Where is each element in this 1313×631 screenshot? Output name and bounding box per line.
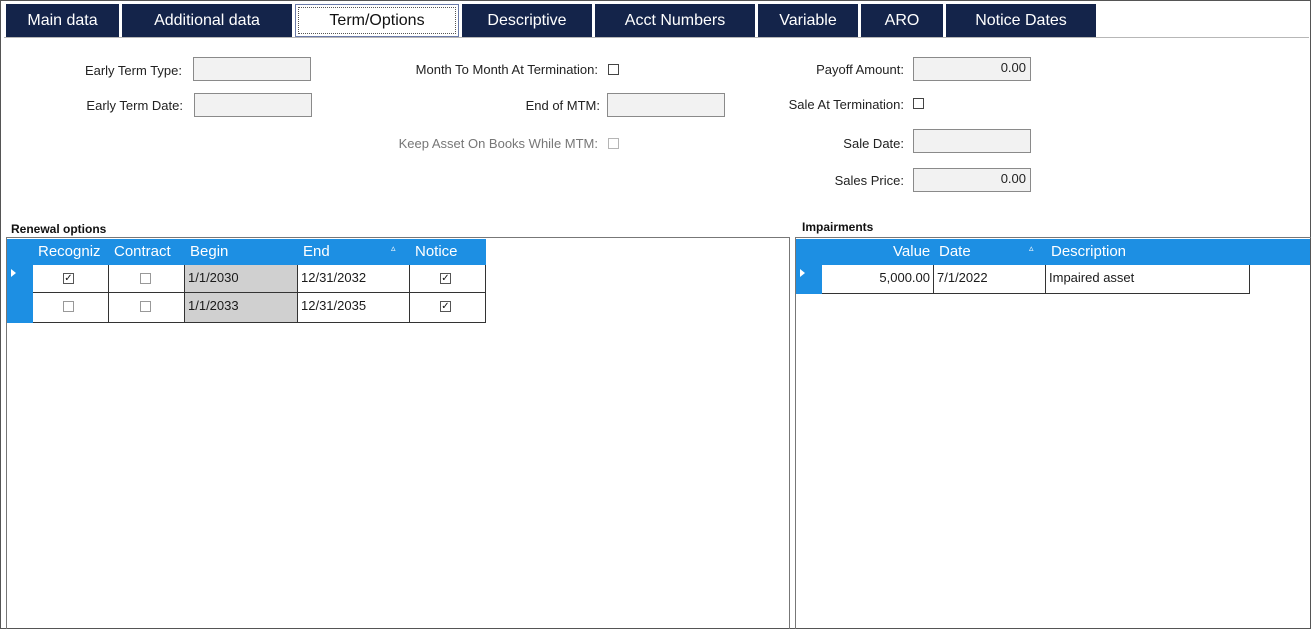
current-row-arrow-icon (800, 269, 805, 277)
end-of-mtm-label: End of MTM: (525, 98, 600, 113)
recogniz-checkbox[interactable] (63, 301, 74, 312)
tab-notice-dates[interactable]: Notice Dates (946, 4, 1096, 37)
impairments-title: Impairments (802, 220, 874, 234)
notice-cell[interactable]: ✓ (410, 265, 486, 293)
recogniz-checkbox[interactable]: ✓ (63, 273, 74, 284)
sales-price-field[interactable]: 0.00 (913, 168, 1031, 192)
recogniz-cell[interactable]: ✓ (33, 265, 109, 293)
tab-descriptive[interactable]: Descriptive (462, 4, 592, 37)
sort-ascending-icon: ▵ (391, 243, 396, 253)
col-begin-header[interactable]: Begin (190, 243, 228, 260)
tab-divider (4, 37, 1309, 38)
mtm-at-termination-checkbox[interactable] (608, 64, 619, 75)
early-term-type-field[interactable] (193, 57, 311, 81)
early-term-date-field[interactable] (194, 93, 312, 117)
tab-variable[interactable]: Variable (758, 4, 858, 37)
keep-asset-checkbox[interactable] (608, 138, 619, 149)
date-cell[interactable]: 7/1/2022 (934, 265, 1046, 294)
end-of-mtm-field[interactable] (607, 93, 725, 117)
notice-cell[interactable]: ✓ (410, 293, 486, 323)
renewal-grid-header: Recogniz Contract Begin End ▵ Notice (7, 239, 486, 265)
begin-cell[interactable]: 1/1/2030 (185, 265, 298, 293)
tab-additional-data[interactable]: Additional data (122, 4, 292, 37)
col-date-header[interactable]: Date (939, 243, 971, 260)
contract-cell[interactable] (109, 265, 185, 293)
early-term-date-label: Early Term Date: (86, 98, 183, 113)
col-contract-header[interactable]: Contract (114, 243, 171, 260)
sale-date-field[interactable] (913, 129, 1031, 153)
impairments-panel (795, 237, 1311, 629)
sort-ascending-icon: ▵ (1029, 243, 1034, 253)
notice-checkbox[interactable]: ✓ (440, 301, 451, 312)
current-row-arrow-icon (11, 269, 16, 277)
recogniz-cell[interactable] (33, 293, 109, 323)
begin-cell[interactable]: 1/1/2033 (185, 293, 298, 323)
tab-term-options[interactable]: Term/Options (295, 4, 459, 37)
col-value-header[interactable]: Value (893, 243, 930, 260)
col-recogniz-header[interactable]: Recogniz (38, 243, 101, 260)
mtm-at-termination-label: Month To Month At Termination: (415, 62, 598, 77)
tab-aro[interactable]: ARO (861, 4, 943, 37)
renewal-options-title: Renewal options (11, 222, 107, 236)
keep-asset-label: Keep Asset On Books While MTM: (398, 136, 598, 151)
sale-at-termination-label: Sale At Termination: (788, 97, 904, 112)
value-cell[interactable]: 5,000.00 (822, 265, 934, 294)
notice-checkbox[interactable]: ✓ (440, 273, 451, 284)
contract-cell[interactable] (109, 293, 185, 323)
col-description-header[interactable]: Description (1051, 243, 1126, 260)
description-cell[interactable]: Impaired asset (1046, 265, 1250, 294)
sales-price-label: Sales Price: (834, 173, 904, 188)
end-cell[interactable]: 12/31/2035 (298, 293, 410, 323)
contract-checkbox[interactable] (140, 273, 151, 284)
col-notice-header[interactable]: Notice (415, 243, 458, 260)
contract-checkbox[interactable] (140, 301, 151, 312)
sale-date-label: Sale Date: (843, 136, 904, 151)
tab-acct-numbers[interactable]: Acct Numbers (595, 4, 755, 37)
col-end-header[interactable]: End (303, 243, 330, 260)
end-cell[interactable]: 12/31/2032 (298, 265, 410, 293)
impairments-grid-header: Value Date ▵ Description (796, 239, 1310, 265)
tab-main-data[interactable]: Main data (6, 4, 119, 37)
sale-at-termination-checkbox[interactable] (913, 98, 924, 109)
early-term-type-label: Early Term Type: (84, 63, 182, 78)
payoff-amount-label: Payoff Amount: (816, 62, 904, 77)
payoff-amount-field[interactable]: 0.00 (913, 57, 1031, 81)
